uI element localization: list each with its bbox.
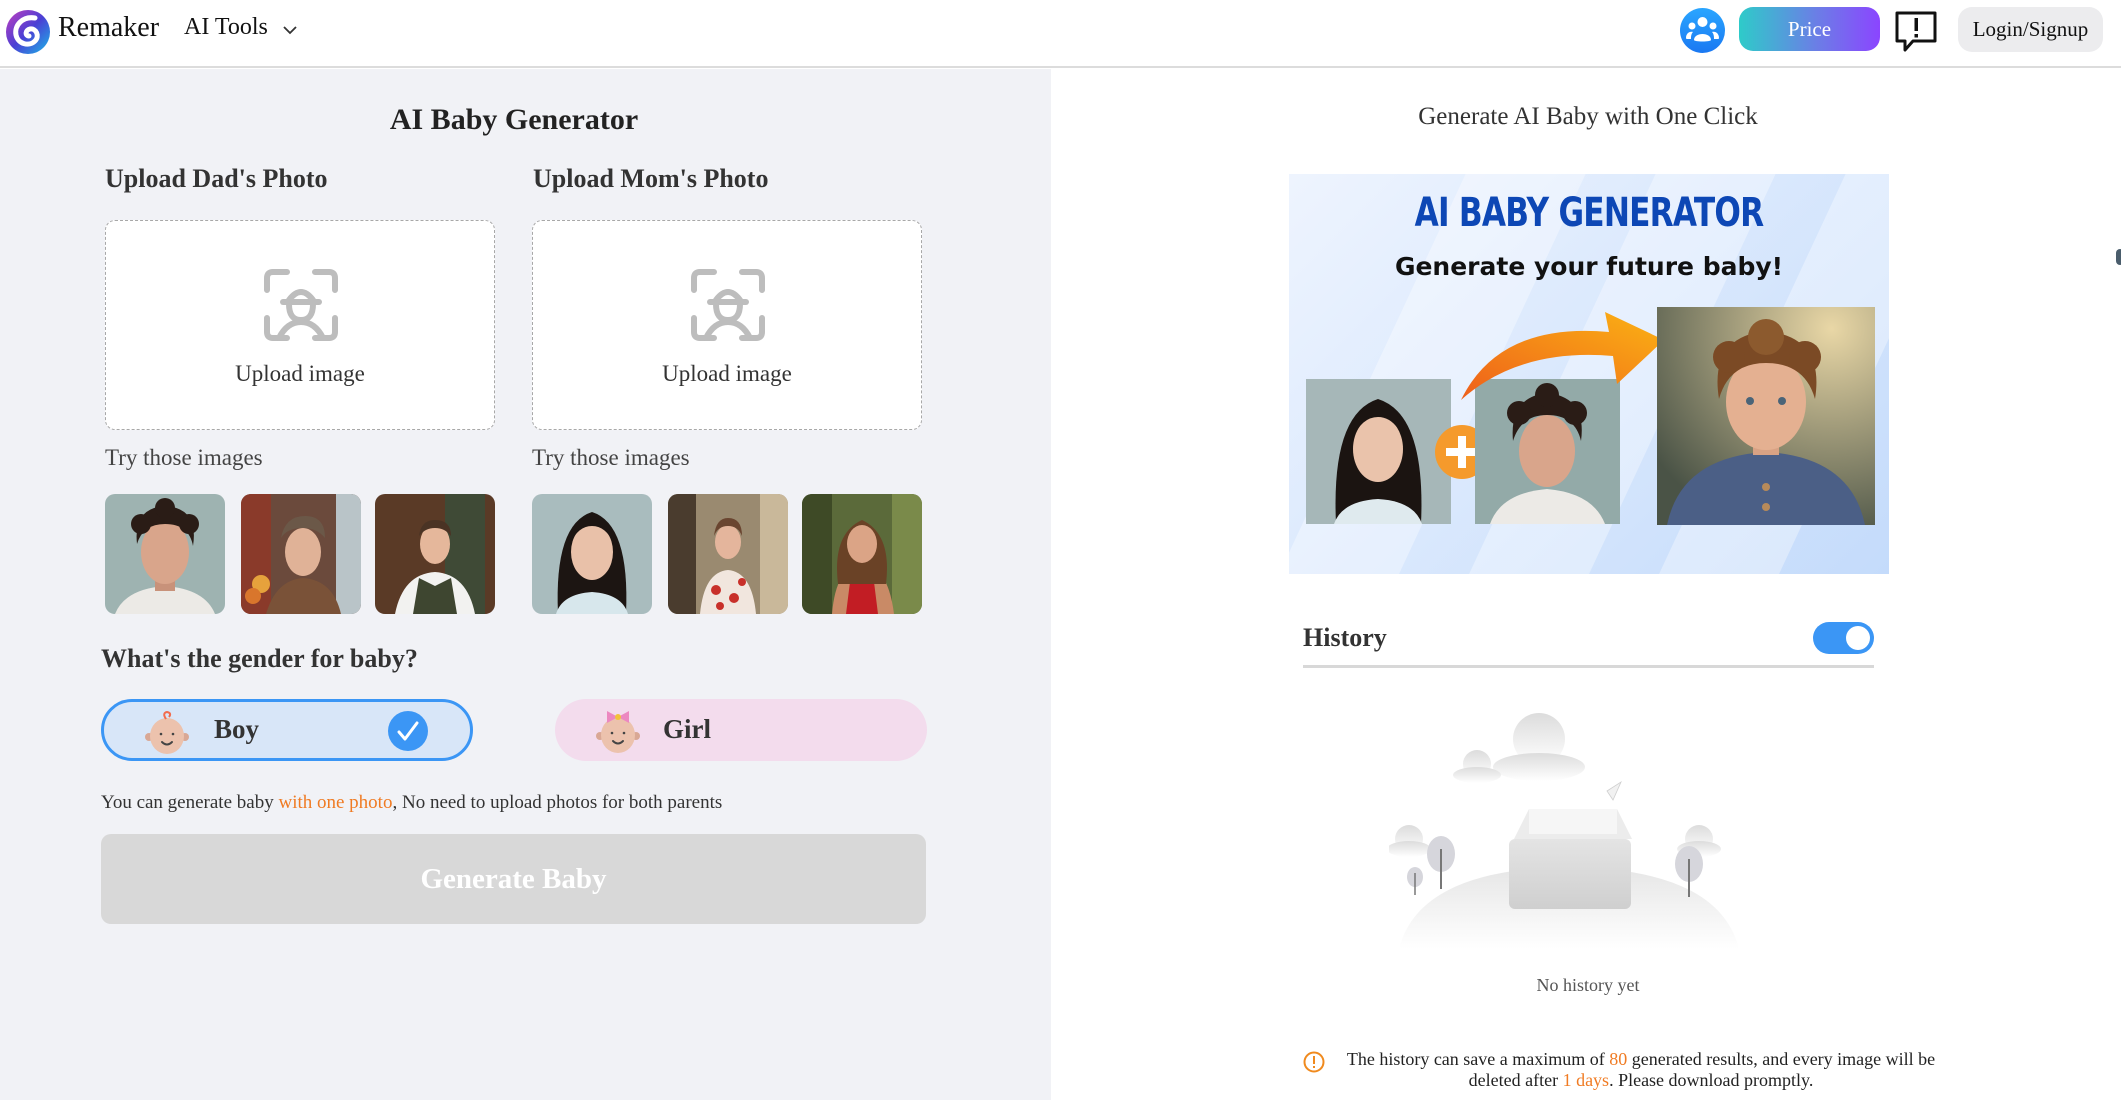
preview-history-panel: Generate AI Baby with One Click AI BABY … xyxy=(1051,69,2121,1100)
gender-option-girl[interactable]: Girl xyxy=(555,699,927,761)
no-history-text: No history yet xyxy=(1536,975,1640,995)
selected-checkmark xyxy=(388,711,428,751)
portrait-image xyxy=(532,494,652,614)
toggle-knob xyxy=(1846,626,1870,650)
portrait-image xyxy=(802,494,922,614)
dad-upload-dropzone[interactable]: Upload image xyxy=(105,220,495,430)
dad-upload-text: Upload image xyxy=(235,361,365,386)
banner-subheading: Generate your future baby! xyxy=(1394,252,1784,281)
dad-try-images-label: Try those images xyxy=(105,445,263,470)
mom-upload-text: Upload image xyxy=(662,361,792,386)
generate-baby-button[interactable]: Generate Baby xyxy=(101,834,926,924)
hint-text: , No need to upload photos for both pare… xyxy=(392,792,723,813)
price-button[interactable]: Price xyxy=(1739,7,1880,51)
dad-sample-image-2[interactable] xyxy=(241,494,361,614)
example-banner-image: AI BABY GENERATOR Generate your future b… xyxy=(1289,174,1889,574)
remaker-logo-icon[interactable] xyxy=(5,9,51,55)
preview-title: Generate AI Baby with One Click xyxy=(1418,103,1758,130)
portrait-image xyxy=(668,494,788,614)
note-text: . Please download promptly. xyxy=(1609,1070,1814,1090)
top-nav-bar: Remaker AI Tools Price Login/Signup xyxy=(0,0,2121,68)
baby-boy-icon xyxy=(145,710,189,754)
ai-tools-menu[interactable]: AI Tools xyxy=(184,14,268,41)
mom-upload-dropzone[interactable]: Upload image xyxy=(532,220,922,430)
gender-girl-label: Girl xyxy=(663,714,711,744)
banner-heading: AI BABY GENERATOR xyxy=(1414,190,1765,236)
warning-circle-icon xyxy=(1303,1051,1325,1073)
one-photo-hint: You can generate baby with one photo, No… xyxy=(101,792,722,814)
history-retention-note: The history can save a maximum of 80 gen… xyxy=(1331,1049,1951,1091)
banner-mom-photo xyxy=(1306,379,1451,524)
note-max-results: 80 xyxy=(1609,1049,1628,1069)
feedback-exclamation-icon[interactable] xyxy=(1893,9,1939,55)
dad-sample-image-1[interactable] xyxy=(105,494,225,614)
note-retention-days: 1 days xyxy=(1562,1070,1610,1090)
mom-sample-image-2[interactable] xyxy=(668,494,788,614)
history-divider xyxy=(1303,665,1874,668)
gender-boy-label: Boy xyxy=(214,714,260,744)
baby-girl-icon xyxy=(596,711,640,753)
hint-text: You can generate baby xyxy=(101,792,279,813)
banner-child-photo xyxy=(1657,307,1875,525)
gender-question: What's the gender for baby? xyxy=(101,644,418,673)
portrait-image xyxy=(375,494,495,614)
mom-try-images-label: Try those images xyxy=(532,445,690,470)
note-text: The history can save a maximum of xyxy=(1346,1049,1610,1069)
dad-sample-image-3[interactable] xyxy=(375,494,495,614)
portrait-image xyxy=(105,494,225,614)
portrait-image xyxy=(241,494,361,614)
brand-name[interactable]: Remaker xyxy=(58,12,159,44)
dad-photo-label: Upload Dad's Photo xyxy=(105,164,328,193)
login-signup-button[interactable]: Login/Signup xyxy=(1958,7,2103,52)
mom-photo-label: Upload Mom's Photo xyxy=(533,164,769,193)
history-toggle[interactable] xyxy=(1813,622,1874,654)
generator-form-panel: AI Baby Generator Upload Dad's Photo Upl… xyxy=(0,69,1051,1100)
page-title: AI Baby Generator xyxy=(389,103,639,136)
history-heading: History xyxy=(1303,623,1387,652)
check-icon xyxy=(397,721,419,741)
mom-sample-image-3[interactable] xyxy=(802,494,922,614)
face-scan-icon xyxy=(691,269,765,341)
community-button[interactable] xyxy=(1680,8,1725,53)
people-icon xyxy=(1686,17,1719,42)
hint-highlight: with one photo xyxy=(278,792,393,813)
floating-side-handle[interactable] xyxy=(2116,249,2121,265)
empty-box-illustration xyxy=(1389,713,1739,949)
chevron-down-icon[interactable] xyxy=(280,20,300,40)
mom-sample-image-1[interactable] xyxy=(532,494,652,614)
arrow-icon xyxy=(1461,312,1664,400)
gender-option-boy[interactable]: Boy xyxy=(101,699,473,761)
face-scan-icon xyxy=(264,269,338,341)
